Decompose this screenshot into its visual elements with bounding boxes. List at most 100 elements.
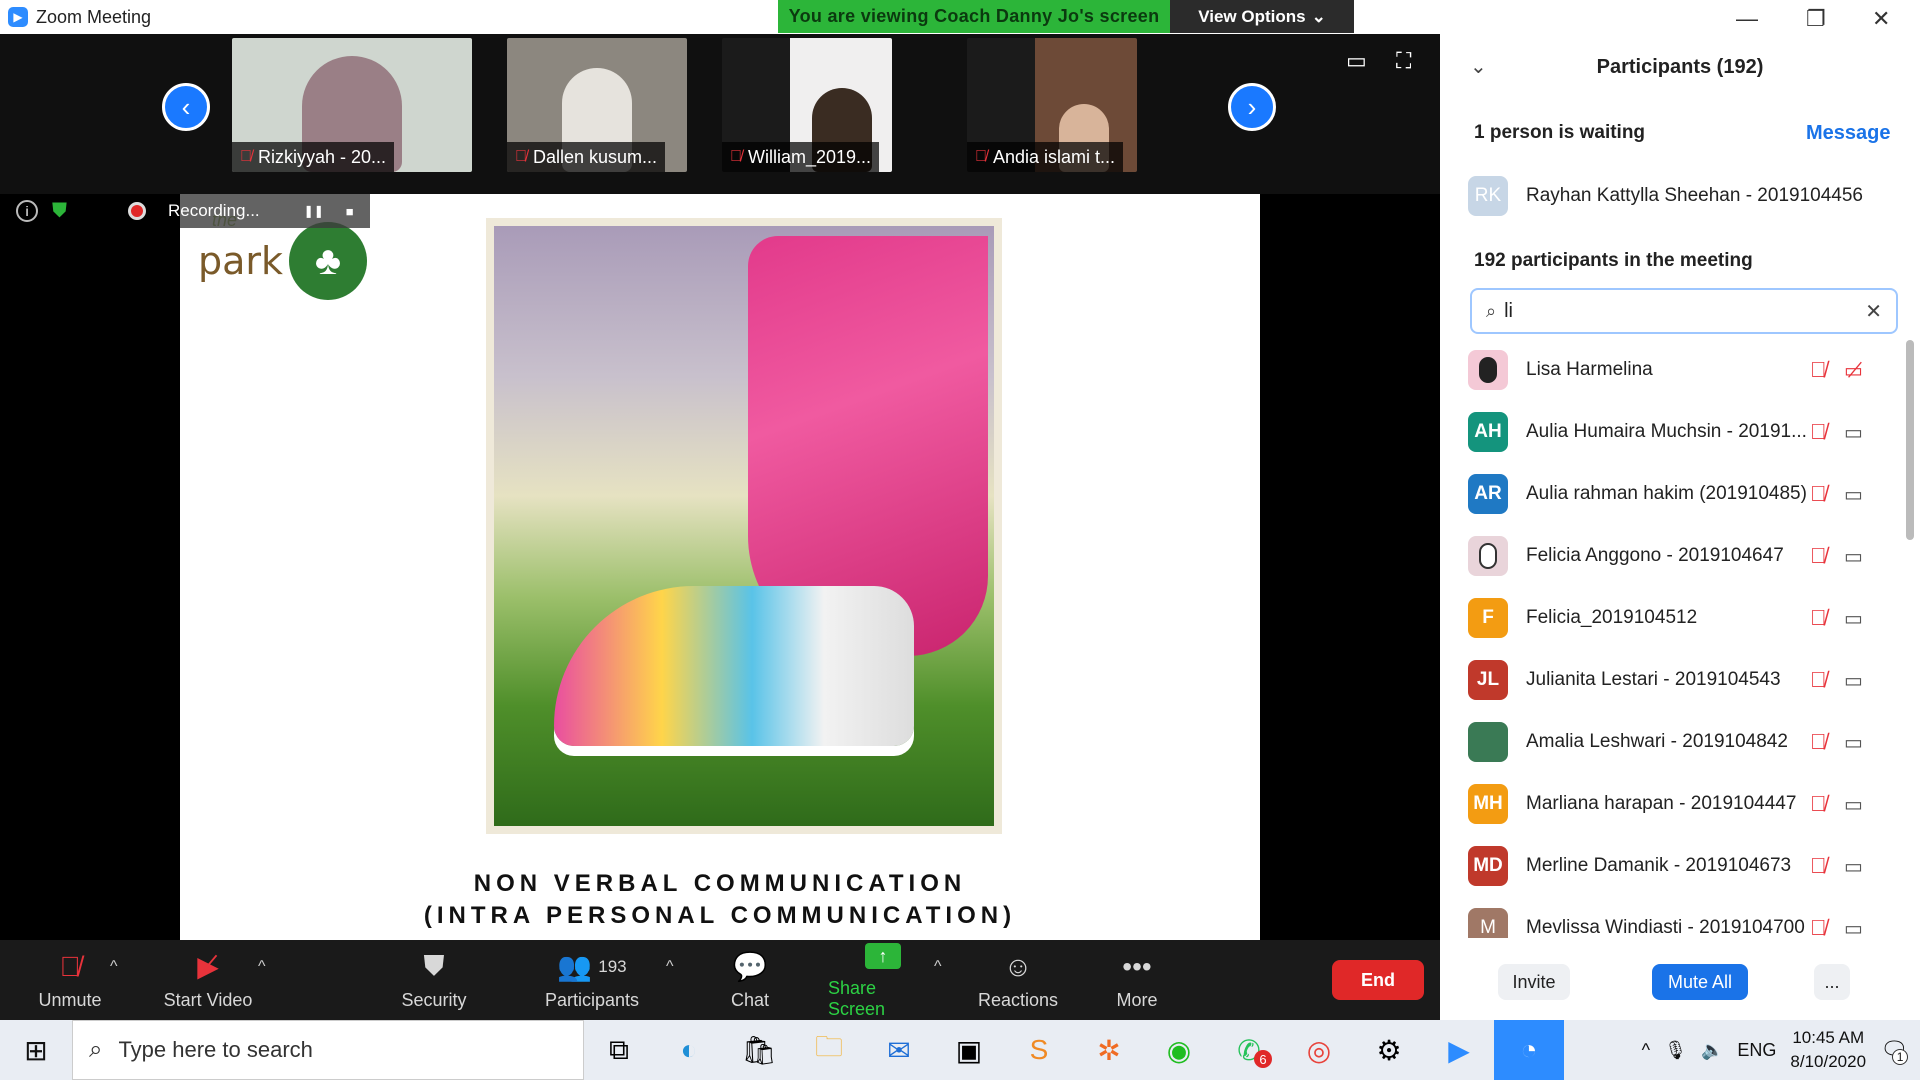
audio-options-caret[interactable]: ^ xyxy=(110,958,118,976)
language-indicator[interactable]: ENG xyxy=(1737,1040,1776,1061)
participant-video-thumbnail[interactable]: 🎙̸ Rizkiyyah - 20... xyxy=(232,38,472,172)
fullscreen-icon[interactable]: ⛶ xyxy=(1396,48,1411,74)
logo-word: park xyxy=(198,239,284,283)
unmute-button[interactable]: 🎙̸ Unmute xyxy=(30,940,110,1020)
restore-icon[interactable]: ❐ xyxy=(1806,6,1826,32)
reactions-button[interactable]: ☺ Reactions xyxy=(974,940,1062,1020)
share-options-caret[interactable]: ^ xyxy=(934,958,942,976)
mic-muted-icon[interactable]: 🎙̸ xyxy=(1810,791,1827,817)
participants-panel-title: Participants (192) xyxy=(1596,56,1764,78)
info-icon[interactable]: i xyxy=(16,200,38,222)
participants-options-caret[interactable]: ^ xyxy=(666,958,674,976)
mic-muted-icon[interactable]: 🎙̸ xyxy=(1810,915,1827,938)
settings-gear-icon[interactable]: ⚙ xyxy=(1354,1020,1424,1080)
video-camera-icon[interactable]: ▭ xyxy=(1844,544,1863,569)
volume-icon[interactable]: 🔈 xyxy=(1701,1040,1723,1061)
avatar: M xyxy=(1468,908,1508,938)
video-camera-icon[interactable]: ▭ xyxy=(1844,482,1863,507)
participant-row[interactable]: M Mevlissa Windiasti - 2019104700 🎙̸ ▭ xyxy=(1468,904,1898,938)
video-off-icon[interactable]: ▭̸ xyxy=(1844,358,1863,383)
participant-video-thumbnail[interactable]: 🎙̸ William_2019... xyxy=(722,38,892,172)
shield-check-icon[interactable]: ⛊ xyxy=(52,200,67,223)
microphone-icon[interactable]: 🎙 xyxy=(1664,1040,1687,1061)
terminal-icon[interactable]: ▣ xyxy=(934,1020,1004,1080)
participant-search-input[interactable]: ⌕ li ✕ xyxy=(1470,288,1898,334)
sublime-text-icon[interactable]: S xyxy=(1004,1020,1074,1080)
video-options-caret[interactable]: ^ xyxy=(258,958,266,976)
video-camera-icon[interactable]: ▭ xyxy=(1844,792,1863,817)
invite-button[interactable]: Invite xyxy=(1498,964,1570,1000)
mic-muted-icon[interactable]: 🎙̸ xyxy=(1810,481,1827,507)
mail-icon[interactable]: ✉ xyxy=(864,1020,934,1080)
waiting-participant-row[interactable]: RK Rayhan Kattylla Sheehan - 2019104456 xyxy=(1468,172,1898,220)
taskbar-clock[interactable]: 10:45 AM 8/10/2020 xyxy=(1790,1026,1866,1074)
mic-muted-icon[interactable]: 🎙̸ xyxy=(1810,667,1827,693)
store-icon[interactable]: 🛍 xyxy=(724,1020,794,1080)
participant-row[interactable]: Amalia Leshwari - 2019104842 🎙̸ ▭ xyxy=(1468,718,1898,766)
participant-video-thumbnail[interactable]: 🎙̸ Andia islami t... xyxy=(967,38,1137,172)
mic-muted-icon: 🎙̸ xyxy=(515,148,527,165)
participant-name: Felicia Anggono - 2019104647 xyxy=(1526,545,1784,566)
video-camera-icon[interactable]: ▭ xyxy=(1844,606,1863,631)
file-explorer-icon[interactable]: 🗀 xyxy=(794,1020,864,1080)
participant-name: Felicia_2019104512 xyxy=(1526,607,1698,628)
video-camera-icon[interactable]: ▭ xyxy=(1844,420,1863,445)
previous-page-button[interactable]: ‹ xyxy=(162,83,210,131)
minimize-icon[interactable]: — xyxy=(1736,6,1758,32)
mic-muted-icon[interactable]: 🎙̸ xyxy=(1810,853,1827,879)
more-button[interactable]: ••• More xyxy=(1110,940,1164,1020)
zoom-meeting-active-icon[interactable]: ◔ xyxy=(1494,1020,1564,1080)
video-camera-icon[interactable]: ▭ xyxy=(1844,916,1863,939)
microphone-muted-icon: 🎙̸ xyxy=(59,950,81,982)
mic-muted-icon[interactable]: 🎙̸ xyxy=(1810,605,1827,631)
mic-muted-icon[interactable]: 🎙̸ xyxy=(1810,357,1827,383)
participant-row[interactable]: JL Julianita Lestari - 2019104543 🎙̸ ▭ xyxy=(1468,656,1898,704)
whatsapp-icon[interactable]: ✆ 6 xyxy=(1214,1020,1284,1080)
participant-list-scrollbar[interactable] xyxy=(1906,340,1914,540)
line-app-icon[interactable]: ◉ xyxy=(1144,1020,1214,1080)
share-screen-button[interactable]: ↑ Share Screen xyxy=(828,940,938,1020)
windows-start-icon[interactable]: ⊞ xyxy=(0,1020,72,1080)
avatar: RK xyxy=(1468,176,1508,216)
zoom-app-icon[interactable]: ▶ xyxy=(1424,1020,1494,1080)
task-view-icon[interactable]: ⧉ xyxy=(584,1020,654,1080)
next-page-button[interactable]: › xyxy=(1228,83,1276,131)
video-camera-icon[interactable]: ▭ xyxy=(1844,668,1863,693)
start-video-button[interactable]: ▶̸ Start Video xyxy=(158,940,258,1020)
participant-video-thumbnail[interactable]: 🎙̸ Dallen kusum... xyxy=(507,38,687,172)
participant-row[interactable]: MH Marliana harapan - 2019104447 🎙̸ ▭ xyxy=(1468,780,1898,828)
message-waiting-link[interactable]: Message xyxy=(1806,122,1891,145)
layout-toggle-icon[interactable]: ▭ xyxy=(1346,48,1367,74)
chat-button[interactable]: 💬 Chat xyxy=(722,940,778,1020)
chrome-icon[interactable]: ◎ xyxy=(1284,1020,1354,1080)
mute-all-button[interactable]: Mute All xyxy=(1652,964,1748,1000)
participant-row[interactable]: Felicia Anggono - 2019104647 🎙̸ ▭ xyxy=(1468,532,1898,580)
show-hidden-icons-chevron-icon[interactable]: ^ xyxy=(1642,1040,1650,1061)
mic-muted-icon[interactable]: 🎙̸ xyxy=(1810,419,1827,445)
end-meeting-button[interactable]: End xyxy=(1332,960,1424,1000)
clear-search-icon[interactable]: ✕ xyxy=(1865,299,1882,324)
mic-muted-icon[interactable]: 🎙̸ xyxy=(1810,729,1827,755)
participant-row[interactable]: AH Aulia Humaira Muchsin - 20191... 🎙̸ ▭ xyxy=(1468,408,1898,456)
participants-button[interactable]: 👥 193 Participants xyxy=(540,940,644,1020)
stop-recording-button[interactable]: ■ xyxy=(346,204,354,219)
security-button[interactable]: ⛊ Security xyxy=(394,940,474,1020)
thumbnail-name: Rizkiyyah - 20... xyxy=(258,146,387,167)
participant-row[interactable]: AR Aulia rahman hakim (201910485) 🎙̸ ▭ xyxy=(1468,470,1898,518)
in-meeting-header: 192 participants in the meeting xyxy=(1474,250,1753,271)
mic-muted-icon[interactable]: 🎙̸ xyxy=(1810,543,1827,569)
video-camera-icon[interactable]: ▭ xyxy=(1844,854,1863,879)
participant-name: Marliana harapan - 2019104447 xyxy=(1526,793,1797,814)
more-options-button[interactable]: ... xyxy=(1814,964,1850,1000)
view-options-button[interactable]: View Options ⌄ xyxy=(1170,0,1354,33)
close-icon[interactable]: ✕ xyxy=(1872,6,1890,32)
video-camera-icon[interactable]: ▭ xyxy=(1844,730,1863,755)
edge-browser-icon[interactable]: ◐ xyxy=(654,1020,724,1080)
participant-row[interactable]: F Felicia_2019104512 🎙̸ ▭ xyxy=(1468,594,1898,642)
taskbar-search-box[interactable]: ⌕ Type here to search xyxy=(72,1020,584,1080)
participant-row[interactable]: MD Merline Damanik - 2019104673 🎙̸ ▭ xyxy=(1468,842,1898,890)
xampp-icon[interactable]: ✲ xyxy=(1074,1020,1144,1080)
notification-center-icon[interactable]: 🗨 1 xyxy=(1880,1037,1909,1065)
participant-row[interactable]: Lisa Harmelina 🎙̸ ▭̸ xyxy=(1468,346,1898,394)
pause-recording-button[interactable]: ❚❚ xyxy=(304,204,324,218)
